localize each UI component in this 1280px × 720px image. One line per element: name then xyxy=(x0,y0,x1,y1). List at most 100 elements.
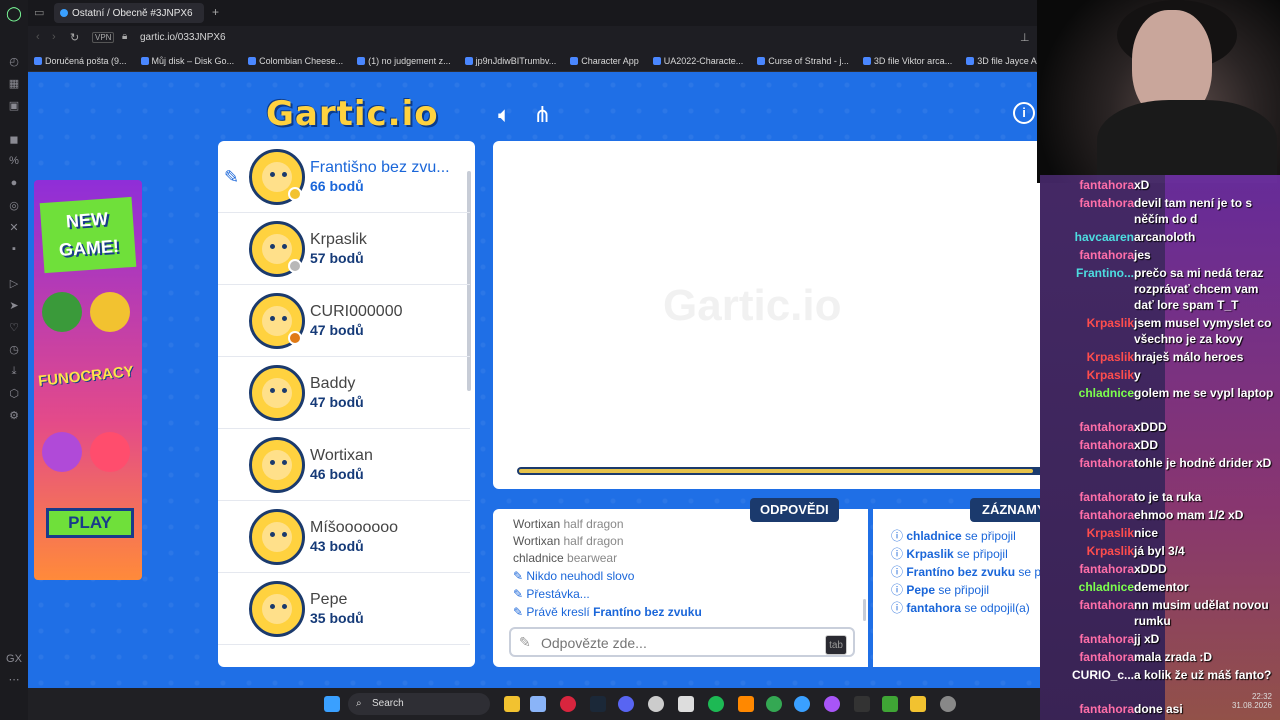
player-row[interactable]: Wortixan 46 bodů xyxy=(218,429,470,501)
chat-username[interactable]: fantahora xyxy=(1079,489,1134,505)
chat-username[interactable]: fantahora xyxy=(1079,701,1134,717)
player-row[interactable]: Františno bez zvu... 66 bodů xyxy=(218,141,470,213)
minecraft-icon[interactable] xyxy=(882,696,898,712)
messenger-taskbar-icon[interactable] xyxy=(824,696,840,712)
obs-icon[interactable] xyxy=(648,696,664,712)
taskbar-search[interactable]: ⌕ Search xyxy=(348,693,490,715)
workspaces-icon[interactable]: ▭ xyxy=(34,6,44,19)
bookmark-item[interactable]: (1) no judgement z... xyxy=(357,56,451,66)
record-text: se odpojil(a) xyxy=(964,601,1030,615)
twitch-icon[interactable]: ◼ xyxy=(0,128,28,150)
sound-icon[interactable]: 🔈︎ xyxy=(498,102,511,128)
bookmark-label: UA2022-Characte... xyxy=(663,55,744,66)
more-icon[interactable]: ⋯ xyxy=(0,668,28,690)
bookmark-item[interactable]: Můj disk – Disk Go... xyxy=(140,56,234,66)
chat-username[interactable]: Frantino... xyxy=(1076,265,1134,281)
settings-icon[interactable]: ⚙ xyxy=(0,404,28,426)
info-icon[interactable]: i xyxy=(1013,102,1035,124)
ad-angry-icon xyxy=(90,432,130,472)
opera-logo-icon[interactable]: ◯ xyxy=(0,2,28,24)
player-row[interactable]: Pepe 35 bodů xyxy=(218,573,470,645)
player-avatar xyxy=(249,581,305,637)
new-tab-icon[interactable]: + xyxy=(212,5,219,19)
heart-icon[interactable]: ♡ xyxy=(0,316,28,338)
chat-username[interactable]: Krpaslik xyxy=(1087,525,1134,541)
discord-icon[interactable] xyxy=(618,696,634,712)
bookmark-item[interactable]: Curse of Strahd - j... xyxy=(757,56,849,66)
spotify-icon[interactable] xyxy=(708,696,724,712)
steam-icon[interactable] xyxy=(590,696,606,712)
chat-username[interactable]: fantahora xyxy=(1079,631,1134,647)
player-icon[interactable]: ▷ xyxy=(0,272,28,294)
bookmark-item[interactable]: Colombian Cheese... xyxy=(248,56,343,66)
chat-username[interactable]: CURIO_c... xyxy=(1072,667,1134,683)
bookmark-item[interactable]: 3D file Viktor arca... xyxy=(862,56,952,66)
extensions-icon[interactable]: ⬡ xyxy=(0,382,28,404)
answer-line: Wortixan half dragon xyxy=(513,534,624,548)
vpn-badge[interactable]: VPN xyxy=(92,32,115,43)
terminal-icon[interactable] xyxy=(854,696,870,712)
ai-icon[interactable]: ▦ xyxy=(0,72,28,94)
settings-taskbar-icon[interactable] xyxy=(940,696,956,712)
save-app-icon[interactable] xyxy=(530,696,546,712)
vlc-icon[interactable] xyxy=(738,696,754,712)
chat-username[interactable]: fantahora xyxy=(1079,507,1134,523)
bookmark-item[interactable]: Doručená pošta (9... xyxy=(34,56,127,66)
chat-username[interactable]: fantahora xyxy=(1079,195,1134,211)
instagram-icon[interactable]: ◎ xyxy=(0,194,28,216)
guess-box[interactable]: ✎ tab xyxy=(509,627,855,657)
opera-gx-icon[interactable] xyxy=(560,696,576,712)
back-icon[interactable]: ‹ xyxy=(36,31,40,43)
player-row[interactable]: CURI000000 47 bodů xyxy=(218,285,470,357)
chat-username[interactable]: chladnice xyxy=(1079,579,1134,595)
chrome-icon[interactable] xyxy=(766,696,782,712)
bookmark-item[interactable]: UA2022-Characte... xyxy=(652,55,744,66)
chat-username[interactable]: fantahora xyxy=(1079,561,1134,577)
chat-username[interactable]: Krpaslik xyxy=(1087,349,1134,365)
answers-scrollbar[interactable] xyxy=(863,599,866,621)
bookmark-item[interactable]: Character App xyxy=(570,56,639,66)
forward-icon[interactable]: › xyxy=(52,31,56,43)
chat-username[interactable]: fantahora xyxy=(1079,455,1134,471)
speed-dial-icon[interactable]: ◴ xyxy=(0,50,28,72)
chat-username[interactable]: fantahora xyxy=(1079,247,1134,263)
chat-username[interactable]: Krpaslik xyxy=(1087,367,1134,383)
chat-username[interactable]: fantahora xyxy=(1079,177,1134,193)
avatar-face xyxy=(262,522,292,552)
chat-username[interactable]: Krpaslik xyxy=(1087,543,1134,559)
url-text[interactable]: gartic.io/033JNPX6 xyxy=(140,32,226,43)
x-icon[interactable]: ✕ xyxy=(0,216,28,238)
percent-icon[interactable]: % xyxy=(0,150,28,172)
tab-gartic[interactable]: Ostatní / Obecně #3JNPX6 xyxy=(54,3,204,23)
player-row[interactable]: Míšooooooo 43 bodů xyxy=(218,501,470,573)
history-icon[interactable]: ◷ xyxy=(0,338,28,360)
windows-start-icon[interactable] xyxy=(324,696,340,712)
messenger-icon[interactable]: ● xyxy=(0,172,28,194)
drawing-canvas[interactable]: Gartic.io xyxy=(493,141,1040,489)
player-row[interactable]: Krpaslik 57 bodů xyxy=(218,213,470,285)
advertisement[interactable]: NEW GAME! FUNOCRACY PLAY xyxy=(34,180,142,580)
gartic-logo[interactable]: Gartic.io xyxy=(266,94,439,134)
reload-icon[interactable]: ↻ xyxy=(70,31,79,44)
chat-username[interactable]: Krpaslik xyxy=(1087,315,1134,331)
bookmark-item[interactable]: jp9nJdiwBITrumbv... xyxy=(464,56,556,66)
pin-icon[interactable]: ⊥ xyxy=(1020,31,1030,44)
chat-username[interactable]: fantahora xyxy=(1079,419,1134,435)
download-icon[interactable]: ⤓ xyxy=(0,360,28,382)
file-explorer-icon[interactable] xyxy=(504,696,520,712)
chat-username[interactable]: havcaaren xyxy=(1075,229,1134,245)
arc-icon[interactable] xyxy=(678,696,694,712)
chat-username[interactable]: fantahora xyxy=(1079,597,1134,613)
guess-input[interactable] xyxy=(541,633,821,653)
ad-play-button[interactable]: PLAY xyxy=(46,508,134,538)
player-row[interactable]: Baddy 47 bodů xyxy=(218,357,470,429)
arrow-app-icon[interactable] xyxy=(910,696,926,712)
send-icon[interactable]: ➤ xyxy=(0,294,28,316)
chat-username[interactable]: fantahora xyxy=(1079,649,1134,665)
app-icon[interactable] xyxy=(794,696,810,712)
m-icon[interactable]: ▣ xyxy=(0,94,28,116)
share-icon[interactable]: ⋔ xyxy=(533,102,551,128)
chat-username[interactable]: chladnice xyxy=(1079,385,1134,401)
chat-username[interactable]: fantahora xyxy=(1079,437,1134,453)
vk-icon[interactable]: ▪ xyxy=(0,238,28,260)
